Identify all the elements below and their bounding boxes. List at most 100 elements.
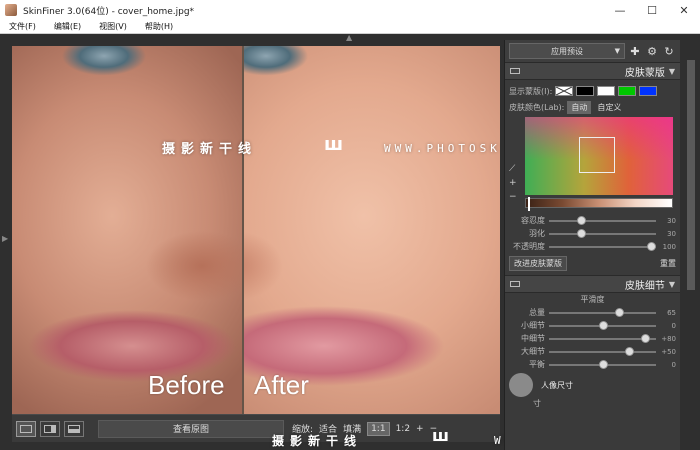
gear-icon[interactable]: ⚙ xyxy=(645,45,659,58)
tolerance-thumb[interactable] xyxy=(577,215,587,225)
feather-track[interactable] xyxy=(549,228,656,238)
after-label: After xyxy=(254,370,309,400)
image-canvas[interactable]: 摄影新干线 ш WWW.PHOTOSKS.VIP Before After xyxy=(12,46,500,442)
zoom-1-1[interactable]: 1:1 xyxy=(367,421,390,436)
balance-track[interactable] xyxy=(549,359,656,369)
small-detail-label: 小细节 xyxy=(521,321,545,330)
medium-detail-track[interactable] xyxy=(549,333,656,343)
zoom-1-2[interactable]: 1:2 xyxy=(396,424,410,434)
mask-swatch-blue[interactable] xyxy=(639,86,658,96)
balance-value: 0 xyxy=(671,360,676,369)
menu-bar: 文件(F) 编辑(E) 视图(V) 帮助(H) xyxy=(0,20,700,34)
split-vertical-button[interactable] xyxy=(40,420,60,437)
small-detail-value: 0 xyxy=(671,321,676,330)
portrait-size-row: 人像尺寸 xyxy=(505,373,680,397)
balance-slider[interactable]: 平衡 0 xyxy=(505,358,680,371)
app-icon xyxy=(5,4,17,16)
watermark-cn: 摄影新干线 xyxy=(162,142,258,157)
luminance-bar[interactable] xyxy=(525,197,673,211)
zoom-in-button[interactable]: + xyxy=(416,424,424,434)
eyedropper-add-icon[interactable]: + xyxy=(509,176,521,190)
opacity-thumb[interactable] xyxy=(647,241,656,251)
mask-swatch-black[interactable] xyxy=(576,86,595,96)
split-divider[interactable] xyxy=(242,46,244,442)
tolerance-slider[interactable]: 容忍度 30 xyxy=(505,214,680,227)
no-mask-icon xyxy=(556,86,573,96)
view-original-button[interactable]: 查看原图 xyxy=(98,419,284,438)
size-tail-label: 寸 xyxy=(533,398,541,408)
large-detail-track[interactable] xyxy=(549,346,656,356)
adjustment-panel: 应用预设 ▼ ✚ ⚙ ↻ 皮肤蒙版 ▼ 显示蒙版(I): 皮肤颜色(Lab): … xyxy=(504,40,680,450)
skin-color-auto[interactable]: 自动 xyxy=(567,100,592,114)
bottom-toolbar: 查看原图 缩放: 适合 填满 1:1 1:2 + − xyxy=(12,414,500,442)
medium-detail-thumb[interactable] xyxy=(641,333,651,343)
reset-mask-button[interactable]: 重置 xyxy=(660,258,676,269)
amount-thumb[interactable] xyxy=(614,307,624,317)
menu-file[interactable]: 文件(F) xyxy=(0,21,45,32)
menu-view[interactable]: 视图(V) xyxy=(90,21,136,32)
eyedropper-remove-icon[interactable]: − xyxy=(509,190,521,204)
show-mask-label: 显示蒙版(I): xyxy=(509,86,553,96)
large-detail-thumb[interactable] xyxy=(625,346,635,356)
split-vertical-icon xyxy=(44,424,56,433)
maximize-button[interactable]: ☐ xyxy=(636,0,668,20)
tolerance-value: 30 xyxy=(667,216,676,225)
add-preset-icon[interactable]: ✚ xyxy=(628,45,642,58)
skin-mask-toggle[interactable] xyxy=(510,68,520,74)
preset-dropdown[interactable]: 应用预设 ▼ xyxy=(509,43,625,59)
skin-detail-toggle[interactable] xyxy=(510,281,520,287)
opacity-label: 不透明度 xyxy=(513,242,545,251)
color-selection-box[interactable] xyxy=(579,137,615,173)
improve-mask-button[interactable]: 改进皮肤蒙版 xyxy=(509,255,567,271)
portrait-size-icon[interactable] xyxy=(509,373,533,397)
feather-slider[interactable]: 羽化 30 xyxy=(505,227,680,240)
tolerance-track[interactable] xyxy=(549,215,656,225)
small-detail-thumb[interactable] xyxy=(598,320,608,330)
large-detail-value: +50 xyxy=(661,347,676,356)
preset-value: 应用预设 xyxy=(551,46,583,56)
tolerance-label: 容忍度 xyxy=(521,216,545,225)
mask-actions: 改进皮肤蒙版 重置 xyxy=(505,255,680,271)
skin-color-picker[interactable] xyxy=(525,117,673,195)
watermark-cn-bottom: 摄影新干线 xyxy=(272,434,363,448)
panel-scrollbar[interactable] xyxy=(683,40,700,450)
medium-detail-value: +80 xyxy=(661,334,676,343)
collapse-top-arrow-icon[interactable]: ▲ xyxy=(346,33,352,42)
opacity-track[interactable] xyxy=(549,241,656,251)
mask-swatch-white[interactable] xyxy=(597,86,616,96)
chevron-down-icon: ▼ xyxy=(614,47,620,55)
single-view-button[interactable] xyxy=(16,420,36,437)
large-detail-slider[interactable]: 大细节 +50 xyxy=(505,345,680,358)
opacity-value: 100 xyxy=(662,242,676,251)
close-button[interactable]: ✕ xyxy=(668,0,700,20)
collapse-left-arrow-icon[interactable]: ▶ xyxy=(2,234,8,243)
eyedropper-icon[interactable]: ⟋ xyxy=(509,162,521,176)
skin-color-custom[interactable]: 自定义 xyxy=(594,102,624,113)
feather-thumb[interactable] xyxy=(577,228,587,238)
collapse-icon[interactable]: ▼ xyxy=(669,67,675,76)
menu-help[interactable]: 帮助(H) xyxy=(136,21,182,32)
collapse-icon[interactable]: ▼ xyxy=(669,280,675,289)
split-horizontal-button[interactable] xyxy=(64,420,84,437)
amount-track[interactable] xyxy=(549,307,656,317)
small-detail-track[interactable] xyxy=(549,320,656,330)
feather-value: 30 xyxy=(667,229,676,238)
skin-color-row: 皮肤颜色(Lab): 自动 自定义 xyxy=(505,99,680,115)
luminance-thumb[interactable] xyxy=(528,197,530,211)
smoothness-heading: 平滑度 xyxy=(580,295,605,304)
panel-scrollbar-thumb[interactable] xyxy=(687,60,695,290)
medium-detail-slider[interactable]: 中细节 +80 xyxy=(505,332,680,345)
medium-detail-label: 中细节 xyxy=(521,334,545,343)
skin-detail-header[interactable]: 皮肤细节 ▼ xyxy=(505,275,680,293)
menu-edit[interactable]: 编辑(E) xyxy=(45,21,90,32)
skin-mask-header[interactable]: 皮肤蒙版 ▼ xyxy=(505,62,680,80)
refresh-icon[interactable]: ↻ xyxy=(662,45,676,58)
mask-swatch-green[interactable] xyxy=(618,86,637,96)
balance-thumb[interactable] xyxy=(598,359,608,369)
minimize-button[interactable]: — xyxy=(604,0,636,20)
opacity-slider[interactable]: 不透明度 100 xyxy=(505,240,680,253)
mask-swatch-none[interactable] xyxy=(555,86,574,96)
amount-value: 65 xyxy=(667,308,676,317)
small-detail-slider[interactable]: 小细节 0 xyxy=(505,319,680,332)
amount-slider[interactable]: 总量 65 xyxy=(505,306,680,319)
